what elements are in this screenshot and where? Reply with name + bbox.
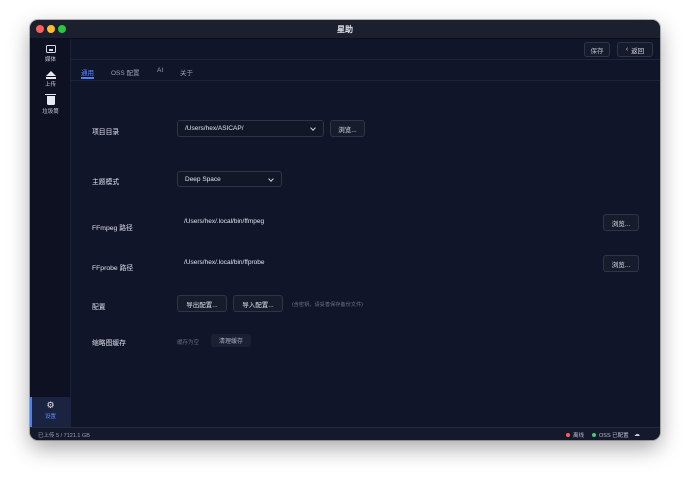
tab-oss-config[interactable]: OSS 配置 [111,67,140,77]
project-dir-value: /Users/hex/ASICAP/ [185,125,244,132]
tab-about[interactable]: 关于 [180,67,193,77]
ffmpeg-browse-button[interactable]: 浏览... [603,214,639,231]
offline-status: 离线 [566,431,584,439]
app-window: 星助 媒体 上传 垃圾筒 ⚙ 设置 保存 ‹ 返回 通用 OSS 配置 AI 关… [30,20,660,440]
ffmpeg-path: /Users/hex/.local/bin/ffmpeg [184,218,265,225]
config-label: 配置 [92,304,106,311]
sidebar-item-label: 垃圾筒 [42,109,59,115]
oss-label: OSS 已配置 [599,433,629,439]
sidebar: 媒体 上传 垃圾筒 ⚙ 设置 [30,39,71,427]
back-button[interactable]: ‹ 返回 [617,42,653,57]
sidebar-item-label: 设置 [44,414,56,420]
theme-label: 主题模式 [92,179,120,186]
ffprobe-label: FFprobe 路径 [92,265,134,272]
ffprobe-browse-button[interactable]: 浏览... [603,255,639,272]
clear-cache-button[interactable]: 清理缓存 [211,334,251,347]
theme-select[interactable]: Deep Space [177,171,282,187]
title-bar: 星助 [30,20,660,39]
settings-tabs: 通用 OSS 配置 AI 关于 [71,60,660,81]
sidebar-item-media[interactable]: 媒体 [30,41,71,65]
top-toolbar: 保存 ‹ 返回 [71,39,660,60]
tab-general[interactable]: 通用 [81,67,94,79]
chevron-down-icon [310,125,316,131]
trash-icon [45,93,56,105]
import-config-button[interactable]: 导入配置... [233,295,283,312]
upload-icon [45,71,56,76]
ffmpeg-label: FFmpeg 路径 [92,225,133,232]
gear-icon: ⚙ [46,400,55,410]
sidebar-item-label: 媒体 [44,57,56,63]
chevron-down-icon [268,176,274,182]
oss-status: OSS 已配置 [592,431,629,439]
project-dir-label: 项目目录 [92,129,120,136]
config-hint: (含密钥，请妥善保存备份文件) [292,302,363,308]
media-icon [45,45,56,53]
theme-value: Deep Space [185,175,221,183]
window-title: 星助 [337,25,353,34]
sidebar-item-upload[interactable]: 上传 [30,66,71,90]
sidebar-item-label: 上传 [44,82,56,88]
chevron-left-icon: ‹ [625,46,629,53]
ffprobe-path: /Users/hex/.local/bin/ffprobe [184,259,265,266]
offline-label: 离线 [573,433,585,439]
project-dir-browse-button[interactable]: 浏览... [330,120,365,137]
project-dir-select[interactable]: /Users/hex/ASICAP/ [177,120,324,137]
settings-content: 项目目录 /Users/hex/ASICAP/ 浏览... 主题模式 Deep … [71,81,660,427]
sidebar-item-trash[interactable]: 垃圾筒 [30,91,71,115]
thumb-cache-status: 缓存为空 [177,340,200,346]
back-button-label: 返回 [631,47,645,55]
save-button[interactable]: 保存 [584,42,610,57]
offline-dot [566,433,570,437]
status-bar: 已上传 5 / 7121.1 GB 离线 OSS 已配置 ☁ [30,427,660,440]
upload-stats: 已上传 5 / 7121.1 GB [38,433,90,439]
thumb-cache-label: 缩略图缓存 [92,340,126,347]
export-config-button[interactable]: 导出配置... [177,295,227,312]
sidebar-item-settings[interactable]: ⚙ 设置 [30,397,71,427]
cloud-icon: ☁ [634,432,640,438]
tab-ai[interactable]: AI [157,67,163,74]
oss-dot [592,433,596,437]
